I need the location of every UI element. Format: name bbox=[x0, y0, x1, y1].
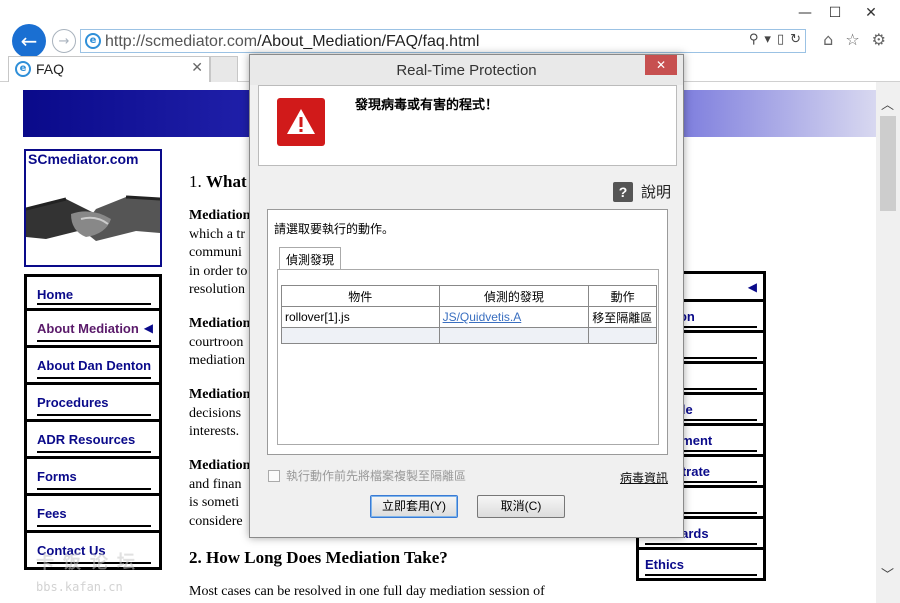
active-arrow-icon: ◀ bbox=[747, 280, 757, 294]
tab-title: FAQ bbox=[36, 61, 65, 77]
help-question-icon: ? bbox=[612, 181, 633, 202]
url-host: http://scmediator.com bbox=[105, 33, 258, 50]
vertical-scrollbar[interactable]: ︿ ﹀ bbox=[876, 82, 900, 603]
nav-about-mediation[interactable]: About Mediation ◀ bbox=[24, 311, 162, 348]
search-icon[interactable]: ⚲ bbox=[749, 32, 759, 47]
rnav-item-9[interactable]: Ethics bbox=[636, 550, 766, 581]
ie-page-icon: e bbox=[85, 33, 101, 49]
copy-to-quarantine-checkbox[interactable] bbox=[268, 469, 280, 482]
cancel-button[interactable]: 取消(C) bbox=[477, 495, 565, 518]
copy-to-quarantine-option: 執行動作前先將檔案複製至隔離區 bbox=[268, 467, 466, 484]
dialog-close-button[interactable]: ✕ bbox=[645, 55, 677, 75]
new-tab-button[interactable] bbox=[210, 56, 238, 82]
site-logo[interactable]: SCmediator.com bbox=[24, 149, 162, 267]
home-icon[interactable]: ⌂ bbox=[823, 30, 833, 49]
watermark: 卡 饭 论 坛 bbox=[36, 552, 138, 572]
minimize-button[interactable]: — bbox=[790, 2, 820, 24]
favorites-star-icon[interactable]: ☆ bbox=[845, 30, 859, 49]
col-action[interactable]: 動作 bbox=[588, 285, 657, 307]
nav-home[interactable]: Home bbox=[24, 274, 162, 311]
threat-message: 發現病毒或有害的程式！ bbox=[355, 97, 499, 112]
action-dropdown[interactable]: 移至隔離區 bbox=[588, 306, 657, 328]
arrow-left-icon: ← bbox=[20, 29, 38, 53]
table-header-row: 物件 偵測的發現 動作 bbox=[281, 285, 657, 307]
question-2-body: Most cases can be resolved in one full d… bbox=[189, 584, 545, 599]
arrow-right-icon: → bbox=[58, 33, 70, 49]
scroll-thumb[interactable] bbox=[880, 116, 896, 211]
table-row[interactable]: rollover[1].js JS/Quidvetis.A 移至隔離區 bbox=[281, 306, 657, 328]
back-button[interactable]: ← bbox=[12, 24, 46, 58]
help-link[interactable]: ? 說明 bbox=[612, 181, 671, 202]
maximize-button[interactable]: ☐ bbox=[820, 2, 850, 24]
dialog-header: 發現病毒或有害的程式！ bbox=[258, 85, 677, 166]
active-arrow-icon: ◀ bbox=[143, 321, 153, 335]
close-window-button[interactable]: ✕ bbox=[850, 2, 892, 24]
scroll-down-icon[interactable]: ﹀ bbox=[881, 564, 894, 583]
col-object[interactable]: 物件 bbox=[281, 285, 440, 307]
col-detection[interactable]: 偵測的發現 bbox=[438, 285, 590, 307]
url-text[interactable]: http://scmediator.com/About_Mediation/FA… bbox=[105, 33, 479, 51]
warning-icon bbox=[277, 98, 325, 146]
address-bar[interactable]: e http://scmediator.com/About_Mediation/… bbox=[80, 29, 806, 53]
nav-procedures[interactable]: Procedures bbox=[24, 385, 162, 422]
refresh-icon[interactable]: ↻ bbox=[790, 32, 801, 47]
url-path: /About_Mediation/FAQ/faq.html bbox=[257, 33, 480, 50]
nav-fees[interactable]: Fees bbox=[24, 496, 162, 533]
detections-tab-body: 物件 偵測的發現 動作 rollover[1].js JS/Quidvetis.… bbox=[277, 269, 659, 445]
scroll-up-icon[interactable]: ︿ bbox=[881, 94, 894, 113]
lock-icon[interactable]: ▯ bbox=[777, 32, 784, 47]
detections-table: 物件 偵測的發現 動作 rollover[1].js JS/Quidvetis.… bbox=[281, 285, 657, 344]
tab-faq[interactable]: e FAQ ✕ bbox=[8, 56, 210, 82]
handshake-image bbox=[26, 169, 160, 265]
table-empty-row bbox=[281, 327, 657, 344]
nav-adr-resources[interactable]: ADR Resources bbox=[24, 422, 162, 459]
question-2-heading: 2. How Long Does Mediation Take? bbox=[189, 548, 448, 567]
cell-object: rollover[1].js bbox=[281, 306, 440, 328]
left-navigation: Home About Mediation ◀ About Dan Denton P… bbox=[24, 274, 162, 570]
dialog-title: Real-Time Protection bbox=[396, 62, 537, 79]
detection-link[interactable]: JS/Quidvetis.A bbox=[443, 310, 522, 324]
nav-about-dan-denton[interactable]: About Dan Denton bbox=[24, 348, 162, 385]
toolbar-icons: ⌂ ☆ ⚙ bbox=[823, 30, 886, 49]
nav-forms[interactable]: Forms bbox=[24, 459, 162, 496]
action-panel: 請選取要執行的動作。 偵測發現 物件 偵測的發現 動作 rollover[1].… bbox=[267, 209, 668, 455]
watermark-url: bbs.kafan.cn bbox=[36, 580, 123, 594]
browser-chrome: — ☐ ✕ ← → e http://scmediator.com/About_… bbox=[0, 0, 900, 58]
ie-tab-icon: e bbox=[15, 61, 31, 77]
dropdown-icon[interactable]: ▾ bbox=[764, 32, 771, 47]
virus-info-link[interactable]: 病毒資訊 bbox=[620, 469, 668, 486]
address-tools: ⚲ ▾ ▯ ↻ bbox=[749, 32, 801, 47]
dialog-titlebar[interactable]: Real-Time Protection ✕ bbox=[250, 55, 683, 85]
settings-gear-icon[interactable]: ⚙ bbox=[872, 30, 886, 49]
forward-button[interactable]: → bbox=[52, 29, 76, 53]
action-prompt: 請選取要執行的動作。 bbox=[274, 222, 395, 236]
apply-now-button[interactable]: 立即套用(Y) bbox=[370, 495, 458, 518]
realtime-protection-dialog: Real-Time Protection ✕ 發現病毒或有害的程式！ ? 說明 … bbox=[249, 54, 684, 538]
logo-text: SCmediator.com bbox=[28, 151, 139, 167]
tab-detections[interactable]: 偵測發現 bbox=[279, 247, 342, 269]
window-controls: — ☐ ✕ bbox=[790, 2, 892, 24]
close-tab-icon[interactable]: ✕ bbox=[191, 60, 203, 76]
